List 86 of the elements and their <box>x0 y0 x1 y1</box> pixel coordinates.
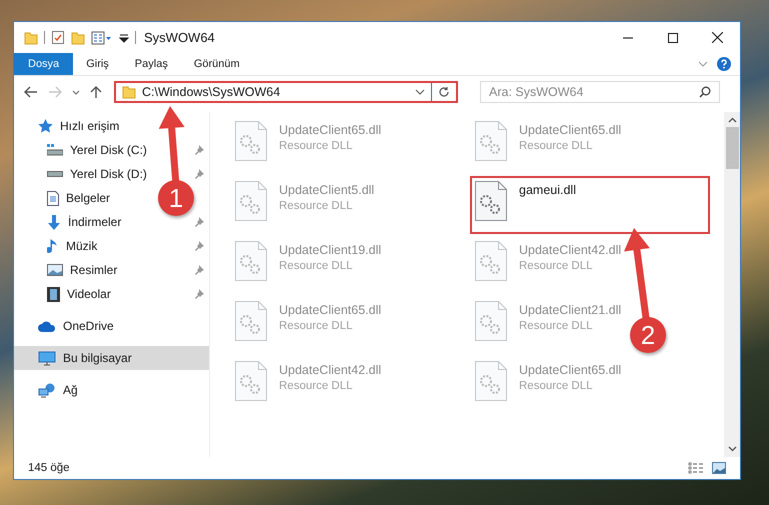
sidebar-item[interactable]: Hızlı erişim <box>14 114 209 138</box>
file-name: UpdateClient42.dll <box>519 243 622 257</box>
file-name: UpdateClient65.dll <box>519 123 622 137</box>
dropdown-caret-icon[interactable] <box>415 89 425 95</box>
properties-icon[interactable] <box>51 30 65 45</box>
sidebar-item[interactable]: İndirmeler <box>40 210 126 234</box>
file-type: Resource DLL <box>279 320 354 332</box>
picture-icon <box>47 264 63 276</box>
sidebar-item[interactable]: Yerel Disk (D:) <box>40 162 152 186</box>
refresh-icon[interactable] <box>438 86 450 98</box>
vertical-scrollbar[interactable] <box>724 112 740 457</box>
file-type: Resource DLL <box>519 140 594 152</box>
search-field[interactable]: Ara: SysWOW64 <box>480 81 720 103</box>
dll-file-icon <box>475 301 507 341</box>
ribbon-tab[interactable]: Giriş <box>73 53 122 75</box>
address-field[interactable]: C:\Windows\SysWOW64 <box>114 81 458 103</box>
network-icon <box>38 382 56 398</box>
pin-icon[interactable] <box>194 169 204 179</box>
document-icon <box>47 190 59 206</box>
file-type: Resource DLL <box>279 260 354 272</box>
file-item[interactable]: gameui.dll <box>470 176 710 234</box>
sidebar-item[interactable]: Bu bilgisayar <box>14 346 209 370</box>
pin-icon[interactable] <box>194 265 204 275</box>
sidebar-item[interactable]: Videolar <box>40 282 116 306</box>
maximize-icon <box>668 32 678 42</box>
ribbon-tab[interactable]: Görünüm <box>180 53 253 75</box>
recent-dropdown-icon[interactable] <box>72 90 80 94</box>
window-title: SysWOW64 <box>144 30 215 45</box>
file-type: Resource DLL <box>519 260 594 272</box>
dll-file-icon <box>475 121 507 161</box>
dll-file-icon <box>475 361 507 401</box>
file-name: UpdateClient5.dll <box>279 183 374 197</box>
sidebar-item[interactable]: Yerel Disk (C:) <box>40 138 152 162</box>
dll-file-icon <box>235 241 267 281</box>
dll-file-icon <box>235 361 267 401</box>
details-view-icon[interactable] <box>688 462 704 474</box>
sidebar-item[interactable]: Belgeler <box>40 186 116 210</box>
back-arrow-icon[interactable] <box>24 86 38 98</box>
star-icon <box>38 119 53 133</box>
dll-file-icon <box>235 181 267 221</box>
ribbon-tab[interactable]: Dosya <box>14 53 74 75</box>
view-options-icon[interactable] <box>91 30 113 44</box>
help-icon[interactable] <box>717 57 731 71</box>
dll-file-icon <box>235 121 267 161</box>
drive-icon <box>47 144 63 156</box>
pin-icon[interactable] <box>194 217 204 227</box>
expand-ribbon-icon[interactable] <box>698 61 708 67</box>
file-name: UpdateClient65.dll <box>279 123 382 137</box>
folder-icon <box>122 86 136 98</box>
scrollbar-thumb[interactable] <box>726 127 738 169</box>
scroll-up-icon[interactable] <box>728 117 736 123</box>
close-icon <box>712 32 723 43</box>
file-type: Resource DLL <box>279 140 354 152</box>
music-note-icon <box>47 238 59 254</box>
ribbon-tab[interactable]: Paylaş <box>122 53 181 75</box>
drive-icon <box>47 171 63 177</box>
file-type: Resource DLL <box>279 380 354 392</box>
sidebar-item[interactable]: Resimler <box>40 258 122 282</box>
dll-file-icon <box>475 241 507 281</box>
search-icon <box>699 86 711 98</box>
dll-file-icon <box>475 181 507 221</box>
computer-icon <box>38 350 56 366</box>
customize-dropdown-icon[interactable] <box>119 32 129 42</box>
dll-file-icon <box>235 301 267 341</box>
file-name: UpdateClient42.dll <box>279 363 382 377</box>
large-icons-view-icon[interactable] <box>712 462 726 474</box>
film-strip-icon <box>47 286 60 302</box>
file-name: UpdateClient65.dll <box>519 363 622 377</box>
up-arrow-icon[interactable] <box>90 85 102 99</box>
sidebar-item[interactable]: Ağ <box>14 378 209 402</box>
file-name: UpdateClient65.dll <box>279 303 382 317</box>
scroll-down-icon[interactable] <box>728 446 736 452</box>
item-count: 145 öğe <box>28 462 70 474</box>
pin-icon[interactable] <box>194 241 204 251</box>
sidebar-item[interactable]: Müzik <box>40 234 102 258</box>
sidebar-item[interactable]: OneDrive <box>14 314 209 338</box>
pin-icon[interactable] <box>194 145 204 155</box>
pin-icon[interactable] <box>194 289 204 299</box>
file-name: UpdateClient21.dll <box>519 303 622 317</box>
download-arrow-icon <box>47 214 61 230</box>
cloud-icon <box>38 320 56 332</box>
file-type: Resource DLL <box>519 320 594 332</box>
file-type: Resource DLL <box>279 200 354 212</box>
file-type: Resource DLL <box>519 380 594 392</box>
file-name: UpdateClient19.dll <box>279 243 382 257</box>
file-name: gameui.dll <box>519 183 576 197</box>
